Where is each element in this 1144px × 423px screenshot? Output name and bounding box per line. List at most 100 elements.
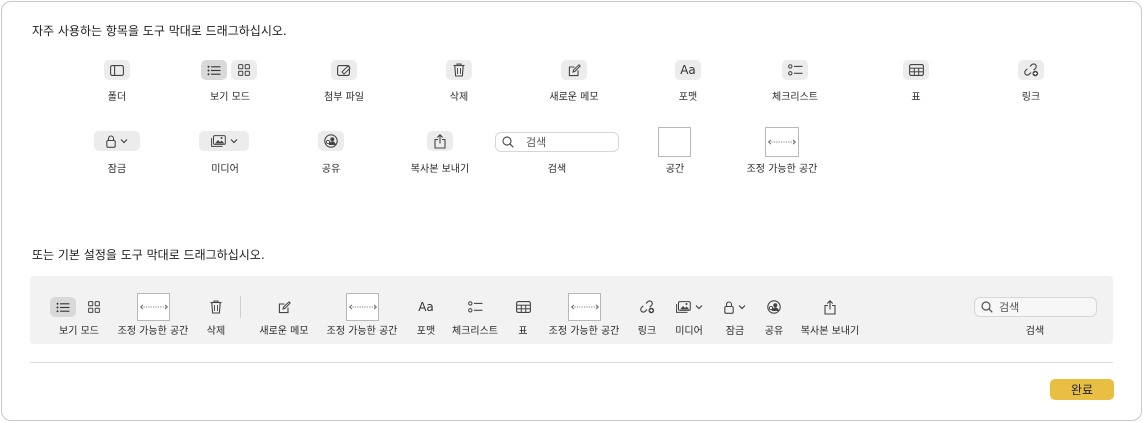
chevron-down-icon bbox=[230, 139, 237, 144]
collaborate-icon bbox=[761, 297, 787, 317]
flexible-space-box bbox=[568, 293, 601, 321]
chevron-down-icon bbox=[738, 305, 746, 310]
gallery-view-icon bbox=[231, 60, 257, 80]
flexible-space-box bbox=[765, 127, 799, 157]
palette-checklist-label: 체크리스트 bbox=[772, 92, 818, 103]
trash-icon bbox=[446, 60, 472, 80]
toolbar-flexible-space-label: 조정 가능한 공간 bbox=[117, 326, 189, 337]
palette-format-label: 포맷 bbox=[678, 92, 698, 103]
done-button[interactable]: 완료 bbox=[1050, 379, 1114, 400]
toolbar-divider bbox=[240, 296, 241, 318]
palette-link-label: 링크 bbox=[1021, 92, 1041, 103]
lock-icon bbox=[106, 134, 116, 148]
flexible-space-box bbox=[137, 293, 170, 321]
palette-new-note-label: 새로운 메모 bbox=[549, 92, 599, 103]
table-icon bbox=[903, 60, 929, 80]
toolbar-view-mode-label: 보기 모드 bbox=[59, 326, 99, 337]
palette-share[interactable]: 공유 bbox=[305, 131, 357, 176]
palette-link[interactable]: 링크 bbox=[1005, 60, 1057, 105]
list-view-icon bbox=[50, 297, 76, 317]
toolbar-lock-label: 잠금 bbox=[725, 326, 745, 337]
toolbar-link-label: 링크 bbox=[637, 326, 657, 337]
palette-search-label: 검색 bbox=[547, 164, 567, 175]
format-text-icon: Aa bbox=[675, 60, 701, 80]
palette-view-mode[interactable]: 보기 모드 bbox=[192, 60, 268, 105]
palette-attach-file[interactable]: 첨부 파일 bbox=[306, 60, 382, 105]
compose-icon bbox=[561, 60, 587, 80]
chevron-down-icon bbox=[120, 139, 128, 144]
gallery-view-icon bbox=[81, 297, 107, 317]
flexible-space-box bbox=[346, 293, 379, 321]
toolbar-flexible-space-label: 조정 가능한 공간 bbox=[326, 326, 398, 337]
double-arrow-icon bbox=[768, 139, 796, 145]
palette-flexible-space[interactable]: 조정 가능한 공간 bbox=[728, 127, 836, 176]
search-field: 검색 bbox=[974, 297, 1097, 317]
palette-share-label: 공유 bbox=[321, 164, 341, 175]
default-set-heading: 또는 기본 설정을 도구 막대로 드래그하십시오. bbox=[32, 248, 265, 262]
toolbar-delete-label: 삭제 bbox=[206, 326, 226, 337]
collaborate-icon bbox=[318, 131, 344, 151]
table-icon bbox=[510, 297, 536, 317]
checklist-icon bbox=[462, 297, 488, 317]
palette-format[interactable]: Aa 포맷 bbox=[662, 60, 714, 105]
sidebar-icon bbox=[104, 60, 130, 80]
photo-icon bbox=[210, 135, 226, 147]
palette-table-label: 표 bbox=[911, 92, 921, 103]
palette-delete-label: 삭제 bbox=[449, 92, 469, 103]
palette-flexible-space-label: 조정 가능한 공간 bbox=[746, 164, 818, 175]
link-icon bbox=[1018, 60, 1044, 80]
lock-menu-button bbox=[94, 131, 140, 151]
palette-send-copy[interactable]: 복사본 보내기 bbox=[394, 131, 486, 176]
palette-send-copy-label: 복사본 보내기 bbox=[410, 164, 470, 175]
palette-delete[interactable]: 삭제 bbox=[433, 60, 485, 105]
double-arrow-icon bbox=[348, 304, 377, 310]
search-icon bbox=[981, 301, 993, 313]
double-arrow-icon bbox=[570, 304, 599, 310]
checklist-icon bbox=[782, 60, 808, 80]
toolbar-share-label: 공유 bbox=[764, 326, 784, 337]
default-toolbar-set[interactable]: 보기 모드 조정 가능한 공간 삭제 새로운 메모 조정 가능한 공간 Aa 포… bbox=[30, 276, 1113, 344]
space-box bbox=[658, 127, 691, 157]
format-text-icon: Aa bbox=[418, 300, 434, 314]
toolbar-media-label: 미디어 bbox=[675, 326, 703, 337]
palette-view-mode-label: 보기 모드 bbox=[210, 92, 250, 103]
toolbar-search-label: 검색 bbox=[1025, 326, 1045, 337]
palette-media-label: 미디어 bbox=[211, 164, 239, 175]
trash-icon bbox=[203, 297, 229, 317]
toolbar-new-note-label: 새로운 메모 bbox=[259, 326, 309, 337]
palette-checklist[interactable]: 체크리스트 bbox=[757, 60, 833, 105]
palette-lock[interactable]: 잠금 bbox=[90, 131, 144, 176]
share-icon bbox=[817, 297, 843, 317]
palette-search[interactable]: 검색 검색 bbox=[494, 132, 620, 176]
palette-media[interactable]: 미디어 bbox=[194, 131, 256, 176]
lock-icon bbox=[724, 300, 734, 314]
search-placeholder: 검색 bbox=[526, 136, 547, 149]
search-field: 검색 bbox=[495, 132, 619, 152]
lock-menu-button bbox=[718, 297, 752, 317]
palette-folder-label: 폴더 bbox=[107, 92, 127, 103]
link-icon bbox=[634, 297, 660, 317]
list-view-icon bbox=[201, 60, 227, 80]
search-placeholder: 검색 bbox=[999, 301, 1020, 314]
search-icon bbox=[502, 136, 514, 148]
palette-attach-file-label: 첨부 파일 bbox=[324, 92, 364, 103]
palette-table[interactable]: 표 bbox=[890, 60, 942, 105]
chevron-down-icon bbox=[695, 305, 702, 310]
media-menu-button bbox=[199, 131, 249, 151]
palette-lock-label: 잠금 bbox=[107, 164, 127, 175]
toolbar-table-label: 표 bbox=[518, 326, 528, 337]
attachment-icon bbox=[331, 60, 357, 80]
palette-space[interactable]: 공간 bbox=[650, 127, 700, 176]
palette-folder[interactable]: 폴더 bbox=[92, 60, 142, 105]
palette-new-note[interactable]: 새로운 메모 bbox=[536, 60, 612, 105]
toolbar-send-copy-label: 복사본 보내기 bbox=[800, 326, 860, 337]
double-arrow-icon bbox=[139, 304, 168, 310]
compose-icon bbox=[271, 297, 297, 317]
customize-toolbar-sheet: 자주 사용하는 항목을 도구 막대로 드래그하십시오. 폴더 보기 모드 첨부 … bbox=[1, 1, 1142, 421]
media-menu-button bbox=[670, 297, 708, 317]
toolbar-flexible-space-label: 조정 가능한 공간 bbox=[548, 326, 620, 337]
toolbar-checklist-label: 체크리스트 bbox=[452, 326, 498, 337]
custom-items-heading: 자주 사용하는 항목을 도구 막대로 드래그하십시오. bbox=[32, 24, 287, 38]
toolbar-format-label: 포맷 bbox=[416, 326, 436, 337]
palette-space-label: 공간 bbox=[665, 164, 685, 175]
